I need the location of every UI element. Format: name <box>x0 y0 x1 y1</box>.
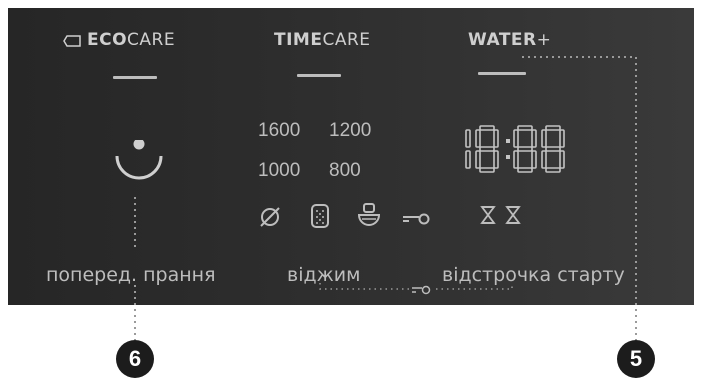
waterplus-bold: WATER <box>468 30 537 50</box>
timecare-dash <box>297 74 341 77</box>
timecare-indicator[interactable]: TIMECARE <box>274 30 371 50</box>
spin-speed-1600[interactable]: 1600 <box>258 120 300 142</box>
clock-segment <box>493 150 499 169</box>
spin-speed-1000[interactable]: 1000 <box>258 160 300 182</box>
clock-segment <box>513 150 519 169</box>
clock-segment <box>465 150 471 169</box>
clock-segment <box>475 129 481 148</box>
key-link-connector <box>318 282 518 302</box>
key-lock-icon <box>401 211 431 230</box>
ecocare-bold: ECO <box>87 30 128 50</box>
ecocare-dash <box>113 76 157 79</box>
waterplus-dash <box>478 72 526 75</box>
prewash-icon[interactable] <box>113 138 167 196</box>
hourglass-icon <box>480 205 496 229</box>
clock-segment <box>479 167 495 173</box>
drum-icon <box>310 203 330 233</box>
clock-segment <box>475 150 481 169</box>
clock-segment <box>465 129 471 148</box>
spin-speed-800[interactable]: 800 <box>329 160 361 182</box>
clock-segment <box>493 129 499 148</box>
callout-badge-5: 5 <box>617 340 655 378</box>
clock-segment <box>479 146 495 152</box>
tag-icon <box>63 32 81 52</box>
clock-colon-dot <box>506 139 510 143</box>
callout-6-leader <box>134 197 136 340</box>
timecare-rest: CARE <box>322 30 371 50</box>
no-spin-icon <box>258 205 282 233</box>
ecocare-indicator[interactable]: ECOCARE <box>63 30 175 52</box>
callout-5-leader <box>522 56 637 340</box>
ecocare-rest: CARE <box>127 30 176 50</box>
clock-segment <box>513 129 519 148</box>
callout-badge-6: 6 <box>116 340 154 378</box>
spin-speed-1200[interactable]: 1200 <box>329 120 371 142</box>
rinse-hold-icon <box>356 202 382 234</box>
clock-segment <box>479 125 495 131</box>
waterplus-indicator[interactable]: WATER+ <box>468 30 551 50</box>
timecare-bold: TIME <box>274 30 323 50</box>
waterplus-rest: + <box>536 30 552 50</box>
clock-colon-dot <box>506 155 510 159</box>
hourglass-icon <box>505 205 521 229</box>
